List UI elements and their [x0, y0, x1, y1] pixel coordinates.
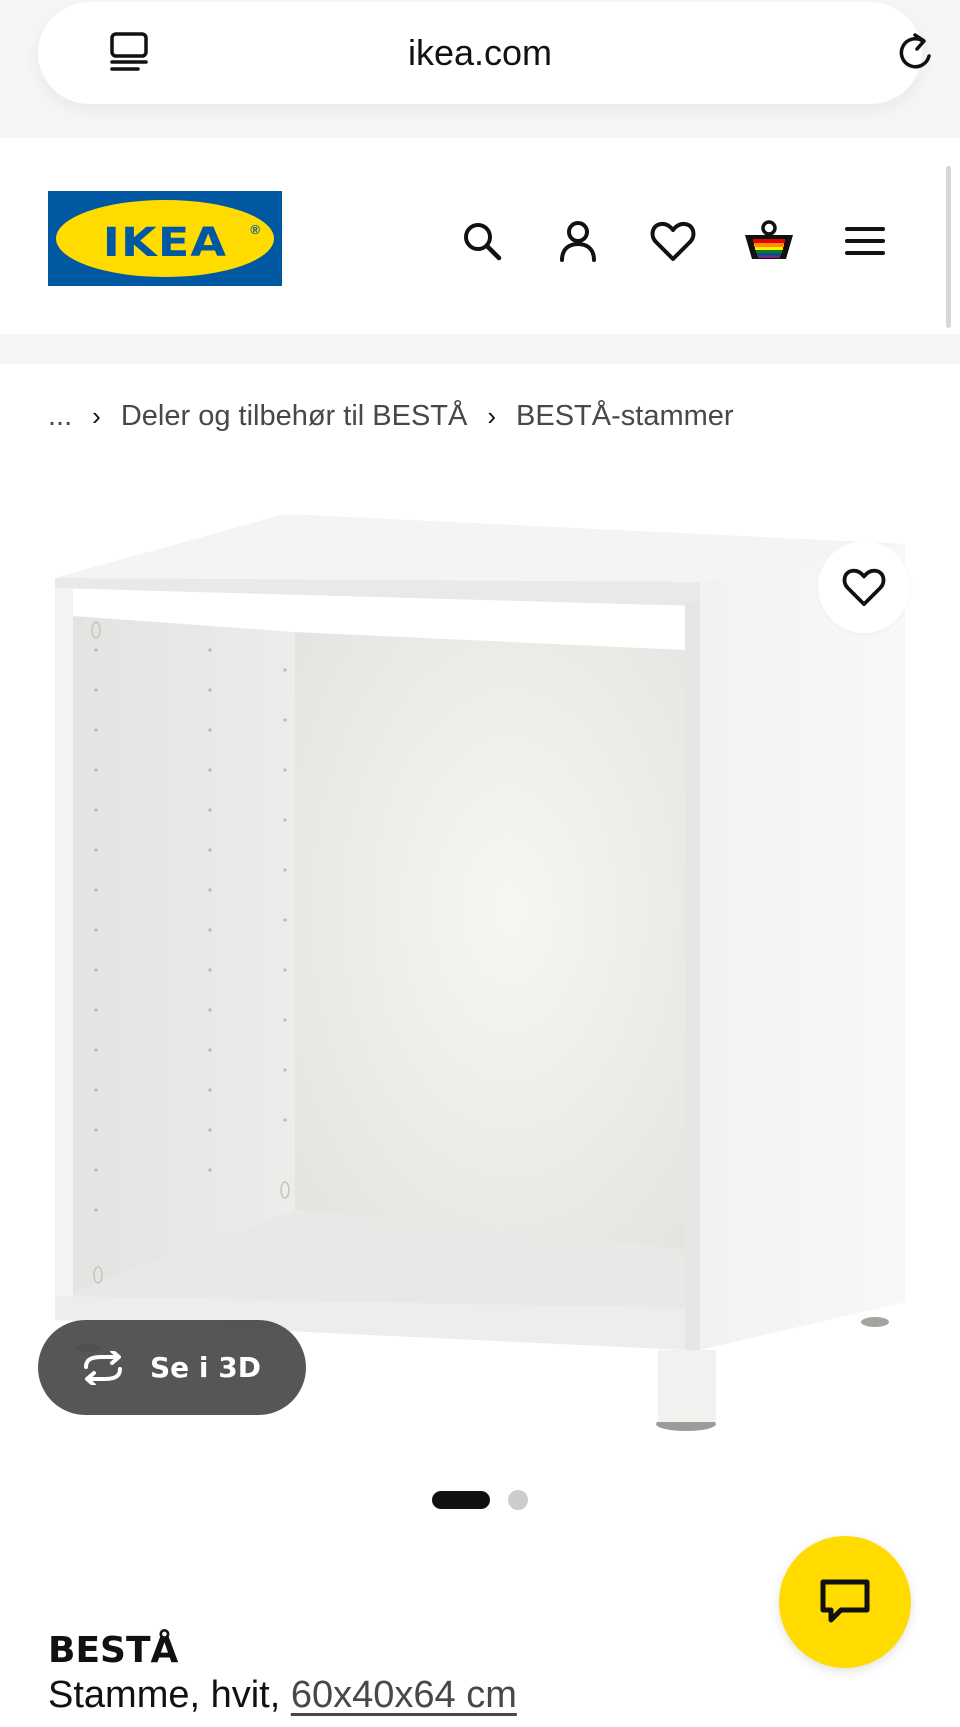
product-gallery: Se i 3D: [0, 470, 960, 1510]
carousel-dot[interactable]: [508, 1490, 528, 1510]
breadcrumb: ... › Deler og tilbehør til BESTÅ › BEST…: [48, 396, 734, 436]
product-image[interactable]: [0, 470, 960, 1450]
heart-icon[interactable]: [645, 213, 701, 269]
scroll-indicator[interactable]: [946, 166, 951, 328]
logo-oval: IKEA ®: [56, 200, 274, 277]
account-icon[interactable]: [550, 213, 606, 269]
registered-mark: ®: [250, 222, 260, 237]
breadcrumb-separator: ›: [92, 400, 101, 431]
rotate-3d-icon: [84, 1350, 122, 1385]
product-description: Stamme, hvit, 60x40x64 cm: [48, 1674, 517, 1717]
breadcrumb-item-current[interactable]: BESTÅ-stammer: [516, 400, 734, 433]
view-3d-label: Se i 3D: [150, 1351, 261, 1384]
breadcrumb-item-parts[interactable]: Deler og tilbehør til BESTÅ: [121, 400, 468, 433]
view-3d-button[interactable]: Se i 3D: [38, 1320, 306, 1415]
breadcrumb-item-ellipsis[interactable]: ...: [48, 400, 72, 433]
browser-bar: ikea.com: [0, 0, 960, 138]
product-name: BESTÅ: [48, 1630, 179, 1671]
header-divider: [0, 334, 960, 364]
reload-icon[interactable]: [893, 30, 939, 76]
ikea-logo[interactable]: IKEA ®: [48, 191, 282, 286]
product-size-link[interactable]: 60x40x64 cm: [291, 1674, 517, 1716]
product-type: Stamme, hvit,: [48, 1674, 291, 1716]
carousel-indicator: [432, 1490, 528, 1510]
carousel-dot-active[interactable]: [432, 1491, 490, 1509]
heart-icon: [842, 568, 886, 607]
favorite-button[interactable]: [818, 541, 910, 633]
chat-button[interactable]: [779, 1536, 911, 1668]
basket-icon[interactable]: [741, 213, 797, 269]
site-header: IKEA ®: [0, 138, 960, 334]
chat-icon: [820, 1579, 870, 1623]
menu-icon[interactable]: [837, 213, 893, 269]
breadcrumb-separator: ›: [487, 400, 497, 431]
url-text[interactable]: ikea.com: [38, 32, 922, 74]
search-icon[interactable]: [454, 213, 510, 269]
address-bar[interactable]: ikea.com: [38, 2, 931, 104]
